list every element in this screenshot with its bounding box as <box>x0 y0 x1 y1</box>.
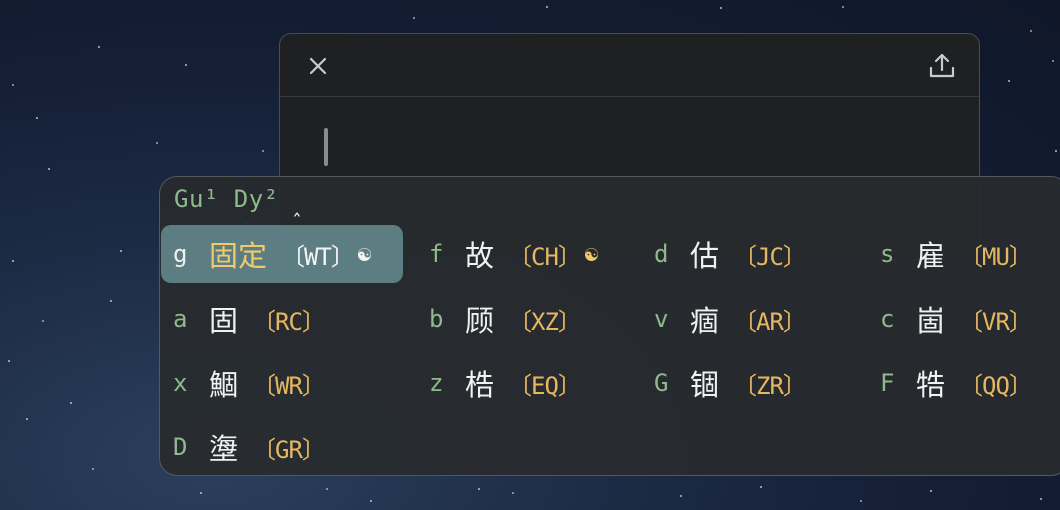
yin-yang-icon: ☯ <box>584 241 599 267</box>
candidate-code: 〔AR〕 <box>733 307 807 336</box>
star <box>1055 150 1057 152</box>
candidate-code: 〔CH〕 <box>508 242 582 271</box>
ime-preedit-text: Gu¹ Dy² <box>174 185 279 213</box>
star <box>200 492 202 494</box>
star <box>760 486 762 488</box>
share-icon <box>929 53 955 78</box>
ime-candidate-panel: Gu¹ Dy² ˆ g 固定 〔WT〕 ☯ f 故〔CH〕 ☯ d 估〔JC〕 s 雇〔MU〕 a 固〔… <box>159 176 1060 476</box>
candidate-word: 故 <box>465 239 495 273</box>
candidate-item[interactable]: F 牿〔QQ〕 <box>868 354 1033 412</box>
candidate-word: 鯝 <box>209 368 239 402</box>
star <box>930 490 932 492</box>
candidate-code: 〔ZR〕 <box>733 371 807 400</box>
star <box>370 500 372 502</box>
candidate-code: 〔RC〕 <box>252 307 326 336</box>
candidate-select-key: a <box>173 305 188 333</box>
star <box>12 260 14 262</box>
candidate-code: 〔WT〕 <box>281 242 355 271</box>
star <box>546 6 548 8</box>
candidate-item[interactable]: D 塰〔GR〕 <box>161 418 326 476</box>
candidate-select-key: z <box>429 369 444 397</box>
candidate-word: 塰 <box>209 432 239 466</box>
candidate-item[interactable]: d 估〔JC〕 <box>642 225 807 283</box>
candidate-item[interactable]: g 固定 〔WT〕 ☯ <box>161 225 403 283</box>
candidate-select-key: g <box>173 240 188 268</box>
candidate-item[interactable]: b 顾〔XZ〕 <box>417 290 582 348</box>
candidate-item[interactable]: a 固〔RC〕 <box>161 290 326 348</box>
close-button[interactable] <box>303 51 333 81</box>
star <box>720 7 722 9</box>
candidate-item[interactable]: G 锢〔ZR〕 <box>642 354 807 412</box>
star <box>36 117 38 119</box>
star <box>12 84 14 86</box>
star <box>1052 60 1054 62</box>
star <box>478 488 480 490</box>
candidate-word: 崮 <box>916 304 946 338</box>
text-caret <box>324 128 328 166</box>
candidate-select-key: b <box>429 305 444 333</box>
candidate-word: 痼 <box>690 304 720 338</box>
star <box>1040 498 1042 500</box>
candidate-select-key: v <box>654 305 669 333</box>
candidate-code: 〔GR〕 <box>252 435 326 464</box>
candidate-code: 〔EQ〕 <box>508 371 582 400</box>
candidate-word: 估 <box>690 239 720 273</box>
candidate-code: 〔QQ〕 <box>959 371 1033 400</box>
candidate-select-key: F <box>880 369 895 397</box>
candidate-item[interactable]: f 故〔CH〕 ☯ <box>417 225 598 283</box>
candidate-select-key: G <box>654 369 669 397</box>
star <box>8 360 10 362</box>
star <box>1030 30 1032 32</box>
star <box>262 150 264 152</box>
candidate-item[interactable]: x 鯝〔WR〕 <box>161 354 326 412</box>
star <box>42 320 44 322</box>
yin-yang-icon: ☯ <box>357 241 372 267</box>
star <box>156 142 158 144</box>
star <box>512 492 514 494</box>
star <box>413 17 415 19</box>
candidate-word: 梏 <box>465 368 495 402</box>
candidate-select-key: x <box>173 369 188 397</box>
candidate-item[interactable]: s 雇〔MU〕 <box>868 225 1033 283</box>
star <box>326 488 328 490</box>
star <box>110 300 112 302</box>
candidate-select-key: f <box>429 240 444 268</box>
candidate-word: 雇 <box>916 239 946 273</box>
star <box>185 64 187 66</box>
star <box>48 168 50 170</box>
candidate-select-key: d <box>654 240 669 268</box>
star <box>98 46 100 48</box>
candidate-word: 顾 <box>465 304 495 338</box>
candidate-code: 〔VR〕 <box>959 307 1033 336</box>
star <box>26 418 28 420</box>
star <box>860 500 862 502</box>
share-button[interactable] <box>927 51 957 81</box>
close-icon <box>309 57 327 75</box>
candidate-word: 锢 <box>690 368 720 402</box>
candidate-code: 〔XZ〕 <box>508 307 582 336</box>
star <box>1008 80 1010 82</box>
candidate-word: 固定 <box>209 239 268 273</box>
star <box>70 402 72 404</box>
editor-toolbar <box>280 34 979 97</box>
candidate-code: 〔MU〕 <box>959 242 1033 271</box>
candidate-code: 〔JC〕 <box>733 242 807 271</box>
candidate-item[interactable]: c 崮〔VR〕 <box>868 290 1033 348</box>
candidate-word: 牿 <box>916 368 946 402</box>
candidate-select-key: D <box>173 433 188 461</box>
star <box>92 468 94 470</box>
star <box>120 250 122 252</box>
candidate-word: 固 <box>209 304 239 338</box>
candidate-code: 〔WR〕 <box>252 371 326 400</box>
candidate-item[interactable]: z 梏〔EQ〕 <box>417 354 582 412</box>
candidate-select-key: c <box>880 305 895 333</box>
candidate-item[interactable]: v 痼〔AR〕 <box>642 290 807 348</box>
candidate-select-key: s <box>880 240 895 268</box>
star <box>842 6 844 8</box>
star <box>680 495 682 497</box>
